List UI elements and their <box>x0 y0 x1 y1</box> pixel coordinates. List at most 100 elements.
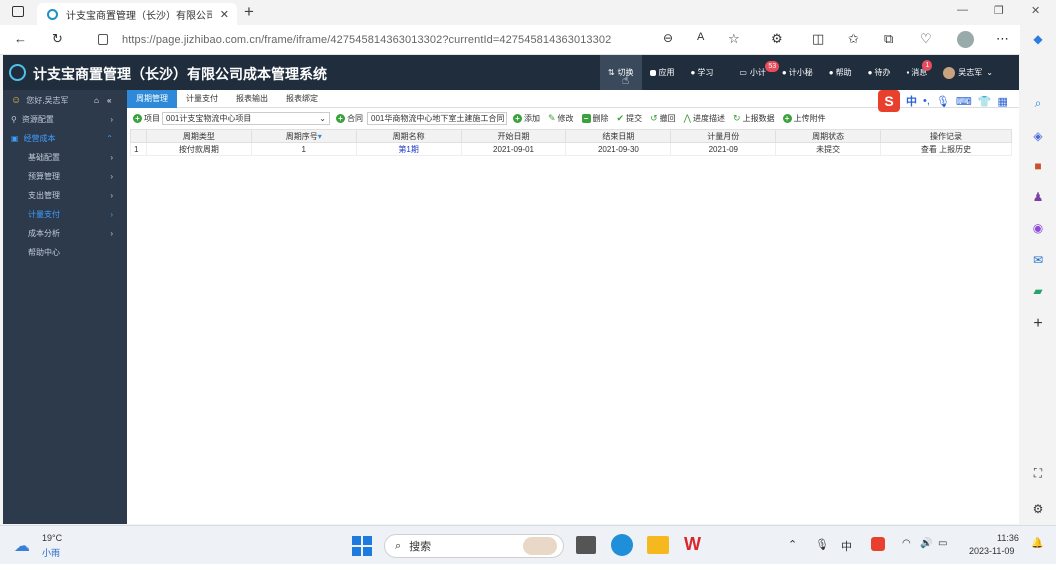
nav-learn[interactable]: ● 学习 <box>683 55 722 90</box>
ime-mode[interactable]: 中 <box>906 93 917 109</box>
send-icon[interactable]: ▰ <box>1031 284 1045 298</box>
outlook-icon[interactable]: ✉ <box>1031 253 1045 267</box>
column-header[interactable]: 计量月份 <box>670 129 777 143</box>
cycle-name-link[interactable]: 第1期 <box>355 142 462 156</box>
favorites-icon[interactable]: ✩ <box>848 31 859 47</box>
submit-button[interactable]: ✔ 提交 <box>617 113 643 124</box>
column-header[interactable]: 操作记录 <box>880 129 1012 143</box>
table-row[interactable]: 1 按付款周期 1 第1期 2021-09-01 2021-09-30 2021… <box>130 142 1012 156</box>
volume-icon[interactable]: 🔊 <box>920 538 932 549</box>
task-view-icon[interactable] <box>576 536 596 554</box>
edge-app-icon[interactable] <box>611 534 633 556</box>
column-header[interactable]: 周期序号▾ <box>250 129 357 143</box>
zoom-icon[interactable]: ⊖ <box>663 31 673 45</box>
wifi-icon[interactable]: ◠ <box>902 538 911 549</box>
column-header[interactable]: 结束日期 <box>565 129 672 143</box>
tab-actions-icon[interactable] <box>12 6 24 17</box>
column-header[interactable]: 开始日期 <box>460 129 567 143</box>
clock-time[interactable]: 11:36 <box>997 533 1019 543</box>
tab-report-bind[interactable]: 报表绑定 <box>277 90 327 108</box>
nav-user[interactable]: 吴志军 ⌄ <box>935 55 1001 90</box>
new-tab-icon[interactable]: + <box>244 2 254 22</box>
progress-button[interactable]: ⋀ 进度描述 <box>684 113 725 124</box>
tools-icon[interactable]: ■ <box>1031 159 1045 173</box>
add-icon[interactable]: + <box>1031 316 1045 332</box>
mic-tray-icon[interactable]: 🎙 <box>815 538 829 551</box>
keyboard-icon[interactable]: ⌨ <box>956 95 972 108</box>
attach-button[interactable]: + 上传附件 <box>782 113 826 124</box>
mic-icon[interactable]: 🎙 <box>936 95 950 108</box>
ime-tray[interactable]: 中 <box>841 538 852 554</box>
home-icon[interactable]: ⌂ <box>94 96 99 105</box>
favorite-icon[interactable]: ☆ <box>728 31 740 47</box>
nav-switch[interactable]: ⇅ 切换 ☝ <box>599 55 642 90</box>
notification-icon[interactable]: 🔔 <box>1031 538 1043 549</box>
close-window-icon[interactable]: ✕ <box>1031 4 1040 17</box>
profile-icon[interactable] <box>957 31 974 48</box>
search-icon: ⌕ <box>395 539 402 552</box>
performance-icon[interactable]: ♡ <box>920 31 932 47</box>
back-icon[interactable]: ← <box>14 31 27 46</box>
read-aloud-icon[interactable]: A <box>697 31 704 43</box>
file-explorer-icon[interactable] <box>647 536 669 554</box>
settings-icon[interactable]: ⚙ <box>1031 502 1045 516</box>
screenshot-icon[interactable]: ⛶ <box>1031 466 1045 480</box>
collections-icon[interactable]: ⧉ <box>884 31 893 47</box>
report-button[interactable]: ↻ 上报数据 <box>733 113 775 124</box>
sidebar-item-budget[interactable]: 预算管理 › <box>3 167 127 186</box>
sidebar-item-basic[interactable]: 基础配置 › <box>3 148 127 167</box>
nav-help[interactable]: ● 帮助 <box>821 55 860 90</box>
project-select[interactable]: 001计支宝物流中心项目 ⌄ <box>162 112 330 125</box>
minimize-icon[interactable]: — <box>957 4 968 16</box>
split-screen-icon[interactable]: ◫ <box>812 31 824 47</box>
delete-button[interactable]: – 删除 <box>581 113 609 124</box>
games-icon[interactable]: ♟ <box>1031 190 1045 204</box>
refresh-icon[interactable]: ↻ <box>52 31 63 47</box>
browser-tab[interactable]: 计支宝商置管理（长沙）有限公司 ✕ <box>37 3 237 25</box>
sidebar-item-expense[interactable]: 支出管理 › <box>3 186 127 205</box>
nav-todo[interactable]: ● 待办 <box>860 55 899 90</box>
column-header[interactable]: 周期状态 <box>775 129 882 143</box>
office-icon[interactable]: ◉ <box>1031 221 1045 235</box>
sidebar-item-analysis[interactable]: 成本分析 › <box>3 224 127 243</box>
collapse-icon[interactable]: « <box>107 96 111 105</box>
nav-apps[interactable]: 应用 <box>642 55 683 90</box>
column-header[interactable]: 周期类型 <box>145 129 252 143</box>
clock-date[interactable]: 2023-11-09 <box>969 546 1014 556</box>
taskbar-search[interactable]: ⌕ 搜索 <box>384 534 564 558</box>
tray-chevron-icon[interactable]: ⌃ <box>788 538 797 551</box>
wps-icon[interactable]: W <box>684 534 701 555</box>
tab-report-output[interactable]: 报表输出 <box>227 90 277 108</box>
search-icon[interactable]: ⌕ <box>1031 96 1045 110</box>
battery-icon[interactable]: ▭ <box>938 538 947 549</box>
action-links[interactable]: 查看 上报历史 <box>880 142 1012 156</box>
punct-icon[interactable]: •, <box>923 95 930 107</box>
sidebar-item-helpcenter[interactable]: 帮助中心 <box>3 243 127 262</box>
nav-assistant[interactable]: ● 计小秘 <box>774 55 821 90</box>
sidebar-item-payment[interactable]: 计量支付 › <box>3 205 127 224</box>
edit-button[interactable]: ✎ 修改 <box>548 113 574 124</box>
tab-payment[interactable]: 计量支付 <box>177 90 227 108</box>
copilot-icon[interactable]: ◆ <box>1031 32 1045 46</box>
extensions-icon[interactable]: ⚙ <box>771 31 783 47</box>
add-button[interactable]: + 添加 <box>513 113 540 124</box>
column-header[interactable]: 周期名称 <box>355 129 462 143</box>
nav-messages[interactable]: ▪ 消息 1 <box>898 55 935 90</box>
tab-cycle[interactable]: 周期管理 <box>127 90 177 108</box>
more-icon[interactable]: ⋯ <box>996 31 1009 47</box>
tag-icon[interactable]: ◈ <box>1031 129 1045 143</box>
sogou-icon[interactable]: S <box>878 90 900 112</box>
sidebar-item-resource[interactable]: ⚲ 资源配置 › <box>3 110 127 129</box>
contract-select[interactable]: 001华商物流中心地下室土建施工合同 <box>367 112 507 125</box>
maximize-icon[interactable]: ❐ <box>994 4 1004 17</box>
start-icon[interactable] <box>352 536 372 556</box>
skin-icon[interactable]: 👕 <box>978 95 992 108</box>
url-box[interactable]: https://page.jizhibao.com.cn/frame/ifram… <box>90 29 760 51</box>
withdraw-button[interactable]: ↺ 撤回 <box>650 113 676 124</box>
grid-icon[interactable]: ▦ <box>997 95 1007 108</box>
sogou-tray-icon[interactable] <box>871 537 885 551</box>
sidebar-item-cost[interactable]: ▣ 经营成本 ⌃ <box>3 129 127 148</box>
nav-chat[interactable]: ▭ 小计 53 <box>721 55 780 90</box>
url-text[interactable]: https://page.jizhibao.com.cn/frame/ifram… <box>122 34 611 46</box>
close-tab-icon[interactable]: ✕ <box>220 8 229 21</box>
